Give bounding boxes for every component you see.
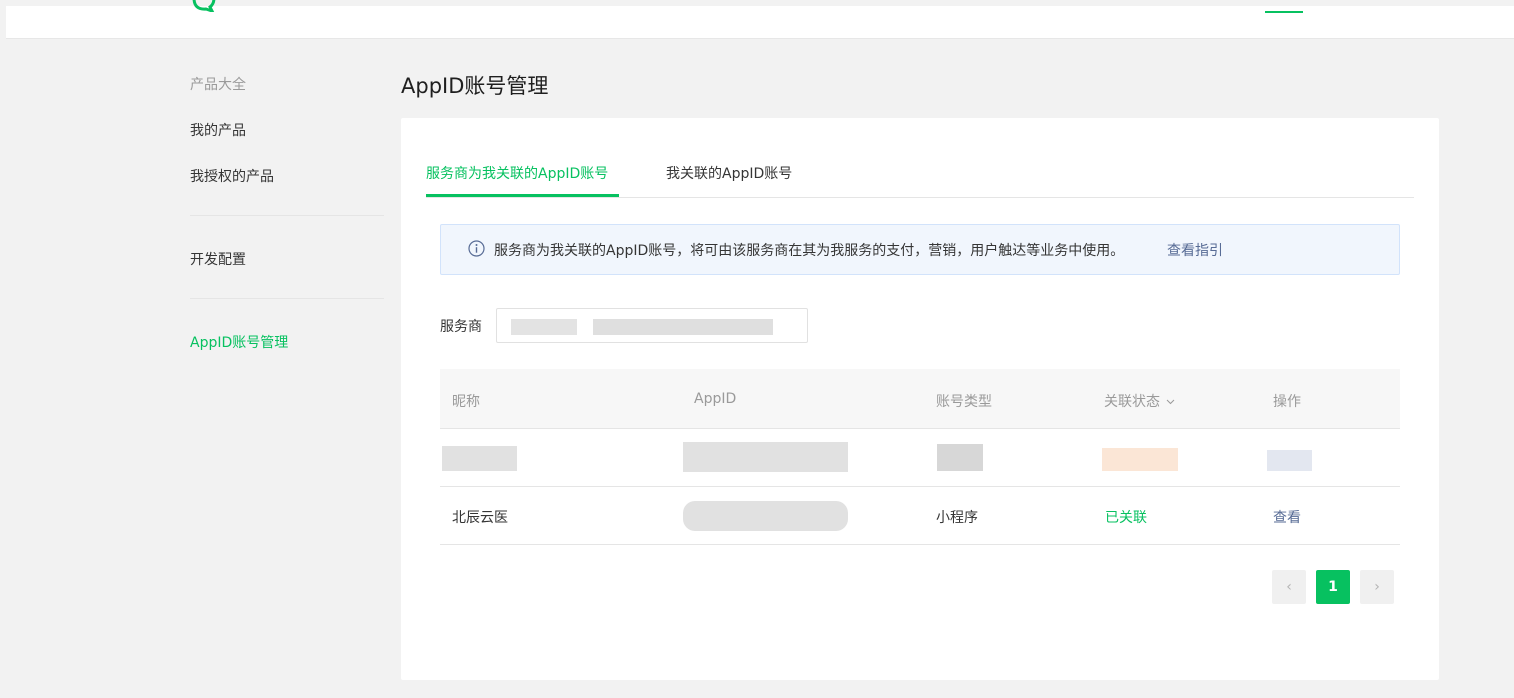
page-title: AppID账号管理 <box>401 74 549 98</box>
wechat-logo-icon <box>192 0 216 12</box>
page-1-button[interactable]: 1 <box>1316 570 1350 604</box>
info-notice: 服务商为我关联的AppID账号，将可由该服务商在其为我服务的支付，营销，用户触达… <box>440 224 1400 275</box>
notice-text: 服务商为我关联的AppID账号，将可由该服务商在其为我服务的支付，营销，用户触达… <box>494 243 1125 259</box>
cell-account-type: 小程序 <box>936 510 978 526</box>
redacted-text <box>593 319 773 335</box>
table-header: 昵称 AppID 账号类型 关联状态 操作 <box>440 369 1400 429</box>
redacted-text <box>511 319 577 335</box>
redacted-type <box>937 444 983 471</box>
sidebar-item-my-products[interactable]: 我的产品 <box>190 120 246 140</box>
provider-select[interactable] <box>496 308 808 343</box>
cell-link-status: 已关联 <box>1105 510 1147 526</box>
top-nav-active-indicator <box>1265 11 1303 13</box>
redacted-appid <box>683 442 848 472</box>
column-header-account-type: 账号类型 <box>936 394 992 410</box>
view-guide-link[interactable]: 查看指引 <box>1167 240 1223 260</box>
chevron-down-icon <box>1167 399 1175 405</box>
column-header-link-status[interactable]: 关联状态 <box>1104 391 1175 411</box>
table-row <box>440 429 1400 487</box>
info-icon <box>468 240 485 257</box>
sidebar-divider <box>190 298 384 299</box>
redacted-status <box>1102 448 1178 471</box>
app-frame: 产品大全 我的产品 我授权的产品 开发配置 AppID账号管理 AppID账号管… <box>6 0 1514 698</box>
sidebar-item-dev-config[interactable]: 开发配置 <box>190 249 246 269</box>
cell-nickname: 北辰云医 <box>452 510 508 526</box>
column-header-nickname: 昵称 <box>452 394 480 410</box>
table-row: 北辰云医 小程序 已关联 查看 <box>440 487 1400 545</box>
view-button[interactable]: 查看 <box>1273 507 1301 527</box>
next-page-button[interactable]: › <box>1360 570 1394 604</box>
sidebar-divider <box>190 215 384 216</box>
main-card: 服务商为我关联的AppID账号 我关联的AppID账号 服务商为我关联的AppI… <box>401 118 1439 680</box>
link-status-label: 关联状态 <box>1104 394 1160 410</box>
tab-provider-linked[interactable]: 服务商为我关联的AppID账号 <box>426 163 608 183</box>
redacted-appid <box>683 501 848 531</box>
sidebar-item-product-catalog[interactable]: 产品大全 <box>190 74 246 94</box>
provider-filter-label: 服务商 <box>440 319 482 335</box>
sidebar-item-appid-management[interactable]: AppID账号管理 <box>190 332 288 352</box>
redacted-action <box>1267 450 1312 471</box>
top-bar <box>6 0 1514 39</box>
tab-my-linked[interactable]: 我关联的AppID账号 <box>666 163 792 183</box>
tab-active-underline <box>426 194 619 197</box>
tab-bar: 服务商为我关联的AppID账号 我关联的AppID账号 <box>426 118 1414 198</box>
column-header-action: 操作 <box>1273 394 1301 410</box>
prev-page-button[interactable]: ‹ <box>1272 570 1306 604</box>
redacted-nickname <box>442 446 517 471</box>
sidebar-item-authorized-products[interactable]: 我授权的产品 <box>190 166 274 186</box>
column-header-appid: AppID <box>694 391 737 407</box>
